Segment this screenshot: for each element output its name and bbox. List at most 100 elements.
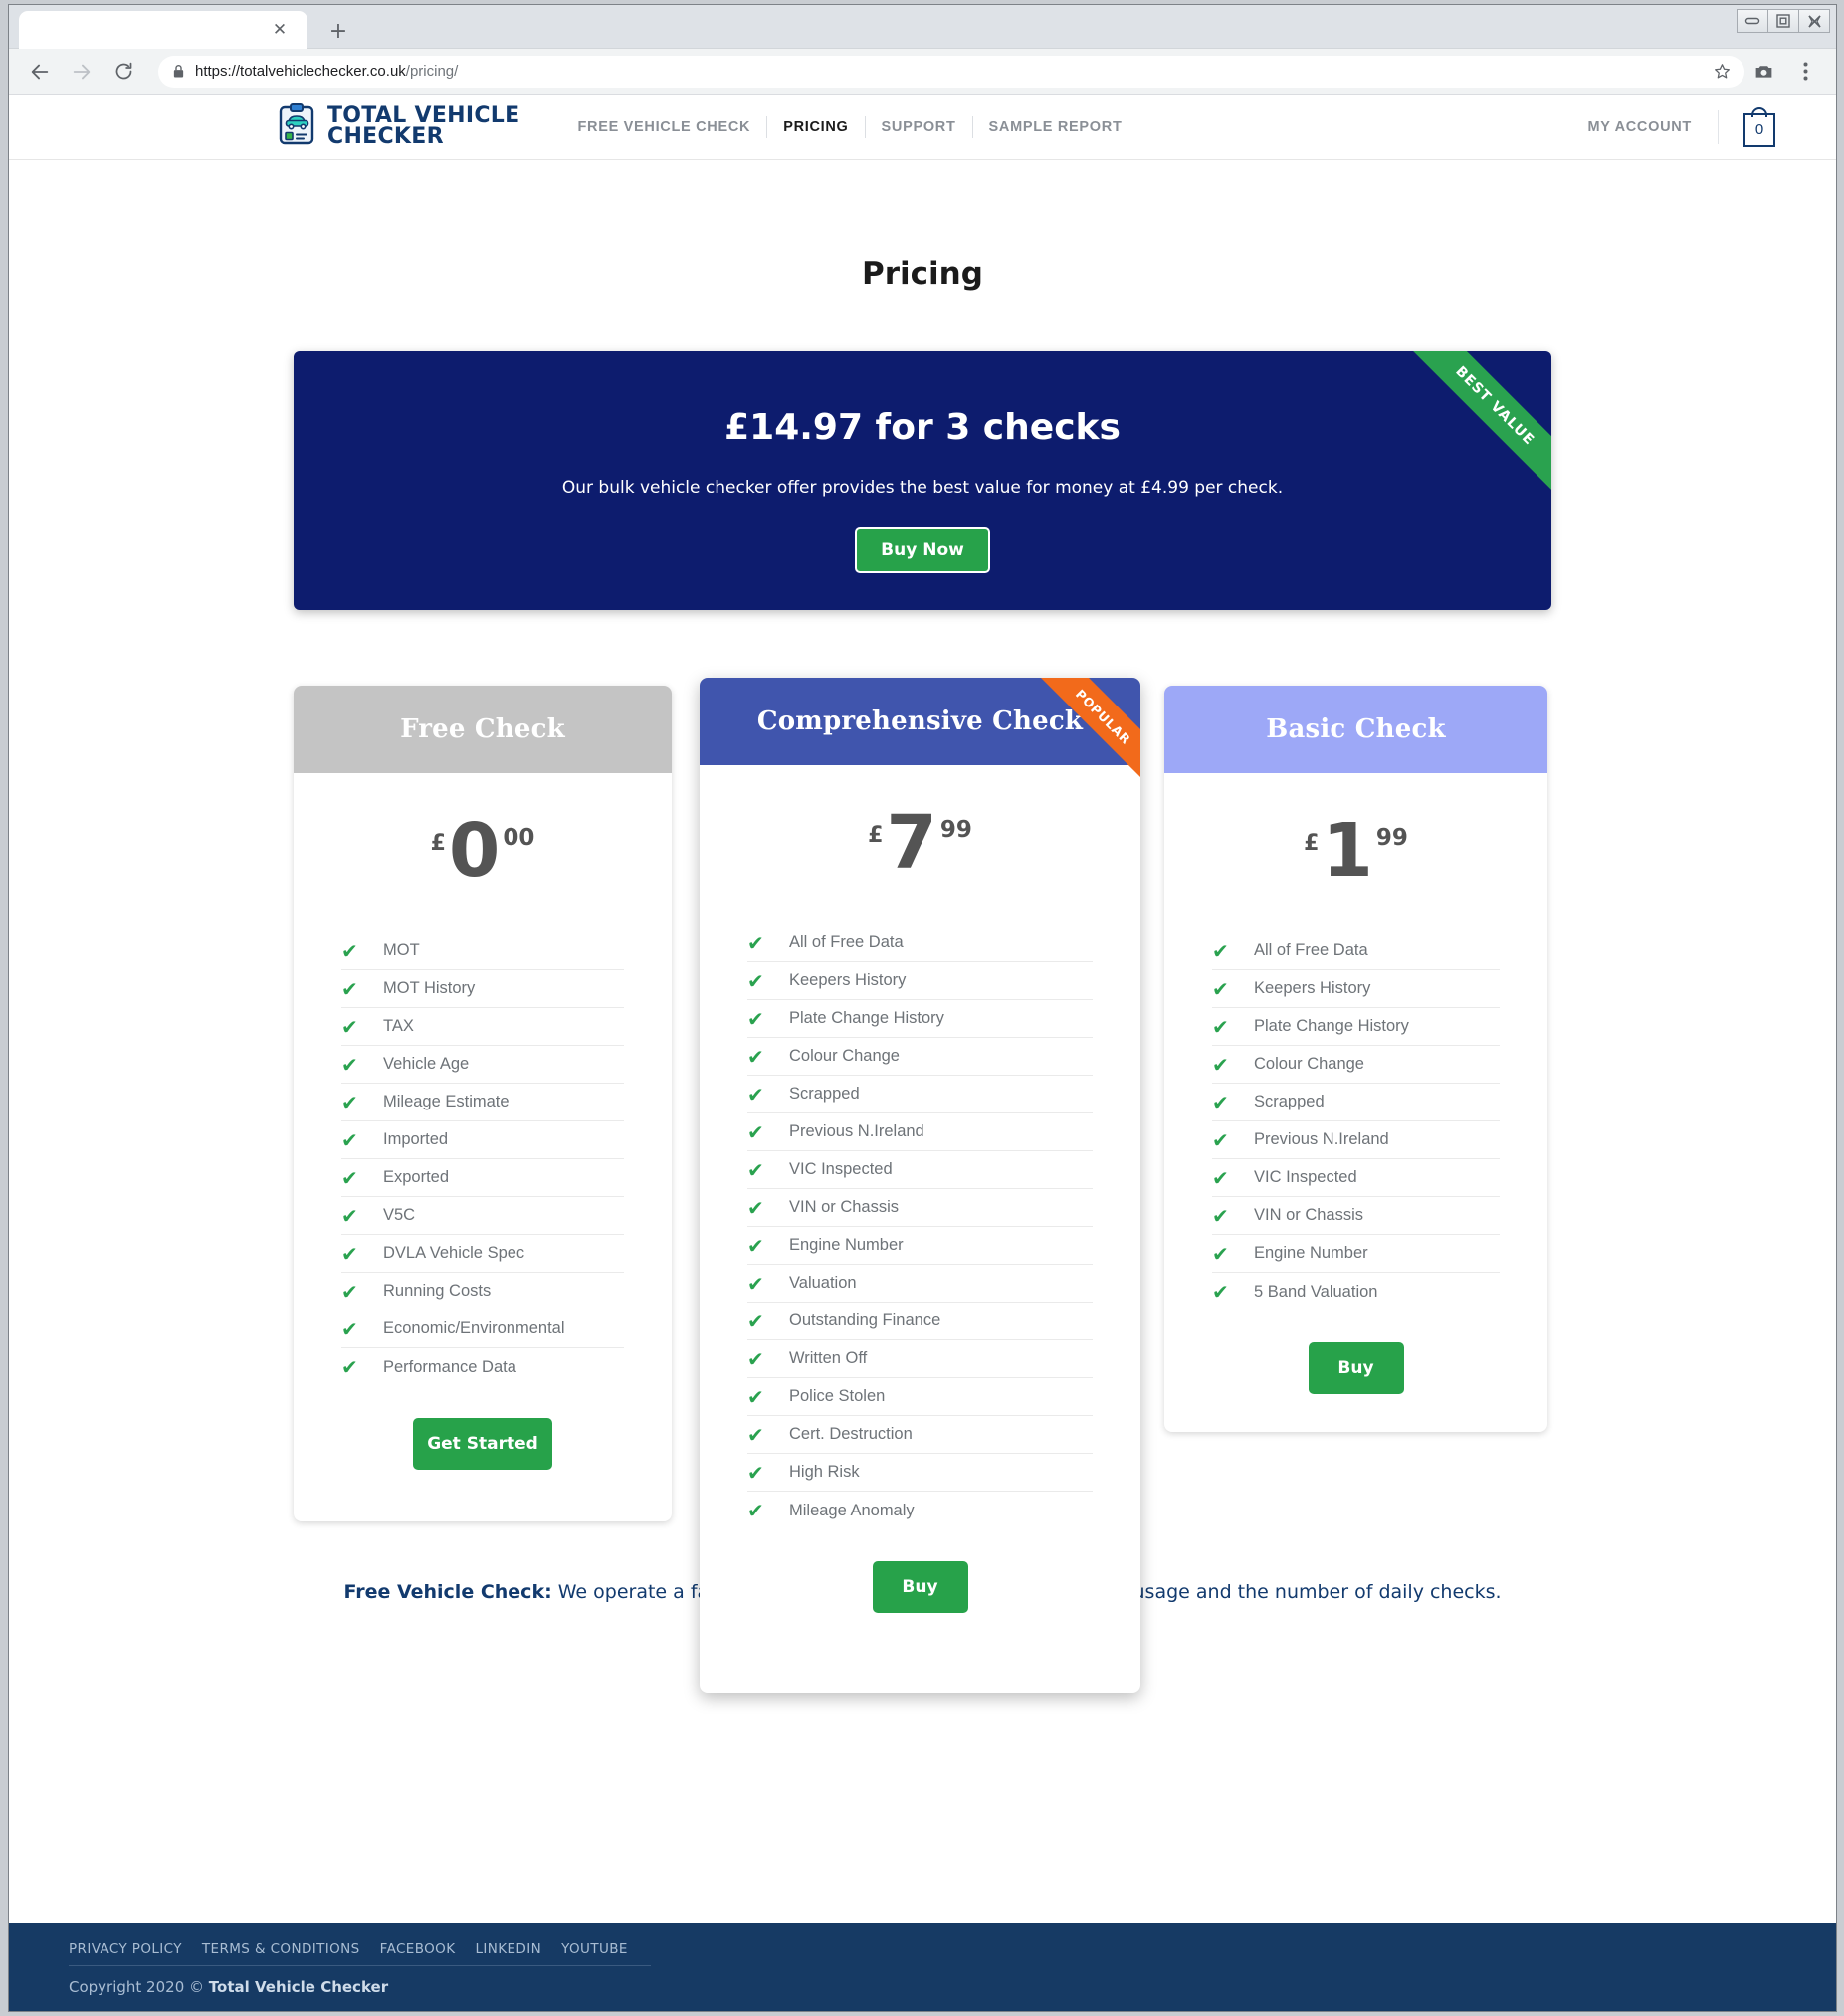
site-logo[interactable]: TOTAL VEHICLE CHECKER bbox=[278, 103, 519, 150]
price-amount: 7 bbox=[886, 800, 937, 886]
price-cents: 99 bbox=[939, 817, 972, 843]
my-account-link[interactable]: MY ACCOUNT bbox=[1588, 119, 1718, 135]
forward-arrow-icon[interactable] bbox=[65, 55, 99, 89]
check-icon: ✔ bbox=[1212, 1052, 1229, 1077]
feature-label: Engine Number bbox=[789, 1236, 904, 1255]
footer-link-terms-conditions[interactable]: TERMS & CONDITIONS bbox=[202, 1941, 360, 1957]
feature-label: Performance Data bbox=[383, 1357, 516, 1376]
nav-item-pricing[interactable]: PRICING bbox=[767, 119, 864, 135]
close-window-icon[interactable] bbox=[1798, 9, 1830, 33]
address-bar[interactable]: https://totalvehiclechecker.co.uk/pricin… bbox=[158, 55, 1744, 88]
plus-icon[interactable]: + bbox=[325, 19, 351, 45]
feature-label: Valuation bbox=[789, 1274, 857, 1293]
back-arrow-icon[interactable] bbox=[23, 55, 57, 89]
check-icon: ✔ bbox=[341, 1090, 358, 1114]
check-icon: ✔ bbox=[341, 1014, 358, 1039]
check-icon: ✔ bbox=[747, 1422, 764, 1447]
list-item: ✔ Economic/Environmental bbox=[341, 1310, 624, 1349]
check-icon: ✔ bbox=[1212, 976, 1229, 1001]
header-right: MY ACCOUNT 0 bbox=[1588, 106, 1776, 147]
three-dot-menu-icon[interactable] bbox=[1788, 55, 1822, 89]
page-viewport: TOTAL VEHICLE CHECKER FREE VEHICLE CHECK… bbox=[9, 95, 1836, 2011]
star-icon[interactable] bbox=[1705, 55, 1739, 89]
check-icon: ✔ bbox=[1212, 1014, 1229, 1039]
feature-label: All of Free Data bbox=[1254, 941, 1368, 960]
list-item: ✔ Keepers History bbox=[1212, 970, 1500, 1009]
main-navigation: FREE VEHICLE CHECK PRICING SUPPORT SAMPL… bbox=[561, 115, 1138, 138]
list-item: ✔ Colour Change bbox=[1212, 1046, 1500, 1085]
check-icon: ✔ bbox=[747, 930, 764, 955]
check-icon: ✔ bbox=[341, 1241, 358, 1266]
check-icon: ✔ bbox=[747, 1384, 764, 1409]
plan-price-free: £ 0 00 bbox=[294, 814, 672, 888]
feature-label: Scrapped bbox=[789, 1085, 860, 1104]
buy-button-comprehensive[interactable]: Buy bbox=[872, 1561, 968, 1614]
nav-item-support[interactable]: SUPPORT bbox=[866, 119, 972, 135]
check-icon: ✔ bbox=[341, 1127, 358, 1152]
url-origin: https://totalvehiclechecker.co.uk bbox=[195, 63, 406, 80]
list-item: ✔ Valuation bbox=[747, 1265, 1093, 1304]
feature-label: V5C bbox=[383, 1206, 416, 1225]
maximize-icon[interactable] bbox=[1767, 9, 1799, 33]
reload-icon[interactable] bbox=[106, 55, 140, 89]
plan-title: Free Check bbox=[400, 714, 565, 744]
buy-button-basic[interactable]: Buy bbox=[1308, 1342, 1404, 1395]
list-item: ✔ Vehicle Age bbox=[341, 1046, 624, 1085]
copyright: Copyright 2020 © Total Vehicle Checker bbox=[69, 1978, 1776, 1996]
feature-list-basic: ✔ All of Free Data ✔ Keepers History ✔ Plat… bbox=[1212, 932, 1500, 1310]
bulk-offer-banner: BEST VALUE £14.97 for 3 checks Our bulk … bbox=[294, 351, 1551, 610]
list-item: ✔ V5C bbox=[341, 1197, 624, 1236]
check-icon: ✔ bbox=[1212, 1127, 1229, 1152]
nav-item-sample-report[interactable]: SAMPLE REPORT bbox=[973, 119, 1138, 135]
nav-item-free-vehicle-check[interactable]: FREE VEHICLE CHECK bbox=[561, 119, 766, 135]
list-item: ✔ Written Off bbox=[747, 1340, 1093, 1379]
plan-price-basic: £ 1 99 bbox=[1164, 814, 1547, 888]
footer-link-privacy-policy[interactable]: PRIVACY POLICY bbox=[69, 1941, 182, 1957]
check-icon: ✔ bbox=[341, 1279, 358, 1304]
minimize-icon[interactable] bbox=[1737, 9, 1768, 33]
list-item: ✔ Previous N.Ireland bbox=[1212, 1121, 1500, 1160]
browser-window: ✕ + https://totalvehiclechecker.co.uk/pr… bbox=[8, 4, 1837, 2012]
list-item: ✔ Previous N.Ireland bbox=[747, 1113, 1093, 1152]
copyright-prefix: Copyright 2020 © bbox=[69, 1978, 209, 1996]
list-item: ✔ Scrapped bbox=[747, 1076, 1093, 1114]
feature-label: All of Free Data bbox=[789, 933, 904, 952]
check-icon: ✔ bbox=[747, 1460, 764, 1485]
fair-use-note-bold: Free Vehicle Check: bbox=[343, 1581, 552, 1603]
get-started-button[interactable]: Get Started bbox=[413, 1418, 552, 1471]
lock-icon bbox=[172, 64, 185, 79]
feature-label: VIC Inspected bbox=[1254, 1168, 1357, 1187]
plan-cta-free: Get Started bbox=[294, 1418, 672, 1471]
check-icon: ✔ bbox=[747, 968, 764, 993]
check-icon: ✔ bbox=[341, 938, 358, 963]
footer-link-linkedin[interactable]: LINKEDIN bbox=[475, 1941, 541, 1957]
feature-label: Plate Change History bbox=[1254, 1017, 1409, 1036]
price-cents: 99 bbox=[1375, 825, 1408, 851]
list-item: ✔ Running Costs bbox=[341, 1273, 624, 1311]
check-icon: ✔ bbox=[341, 1052, 358, 1077]
buy-now-button[interactable]: Buy Now bbox=[855, 527, 990, 573]
list-item: ✔ TAX bbox=[341, 1008, 624, 1047]
list-item: ✔ Plate Change History bbox=[747, 1000, 1093, 1039]
feature-label: VIC Inspected bbox=[789, 1160, 893, 1179]
check-icon: ✔ bbox=[747, 1195, 764, 1220]
list-item: ✔ DVLA Vehicle Spec bbox=[341, 1235, 624, 1274]
feature-label: Scrapped bbox=[1254, 1093, 1325, 1111]
list-item: ✔ All of Free Data bbox=[1212, 932, 1500, 971]
browser-tab[interactable]: ✕ bbox=[19, 11, 307, 49]
check-icon: ✔ bbox=[341, 1203, 358, 1228]
feature-label: Vehicle Age bbox=[383, 1055, 470, 1074]
camera-icon[interactable] bbox=[1746, 55, 1780, 89]
footer-link-youtube[interactable]: YOUTUBE bbox=[561, 1941, 628, 1957]
plan-header-comprehensive: Comprehensive Check POPULAR bbox=[700, 678, 1140, 796]
list-item: ✔ Mileage Anomaly bbox=[747, 1492, 1093, 1529]
shopping-bag-icon[interactable]: 0 bbox=[1742, 106, 1776, 147]
feature-list-free: ✔ MOT ✔ MOT History ✔ TAX ✔ Vehicle Age ✔ Mil… bbox=[341, 932, 624, 1386]
plan-header-free: Free Check bbox=[294, 686, 672, 773]
plan-cta-comprehensive: Buy bbox=[700, 1561, 1140, 1614]
list-item: ✔ Police Stolen bbox=[747, 1378, 1093, 1417]
close-icon[interactable]: ✕ bbox=[270, 20, 290, 40]
footer-link-facebook[interactable]: FACEBOOK bbox=[380, 1941, 456, 1957]
list-item: ✔ Cert. Destruction bbox=[747, 1416, 1093, 1455]
feature-label: Mileage Estimate bbox=[383, 1093, 510, 1111]
